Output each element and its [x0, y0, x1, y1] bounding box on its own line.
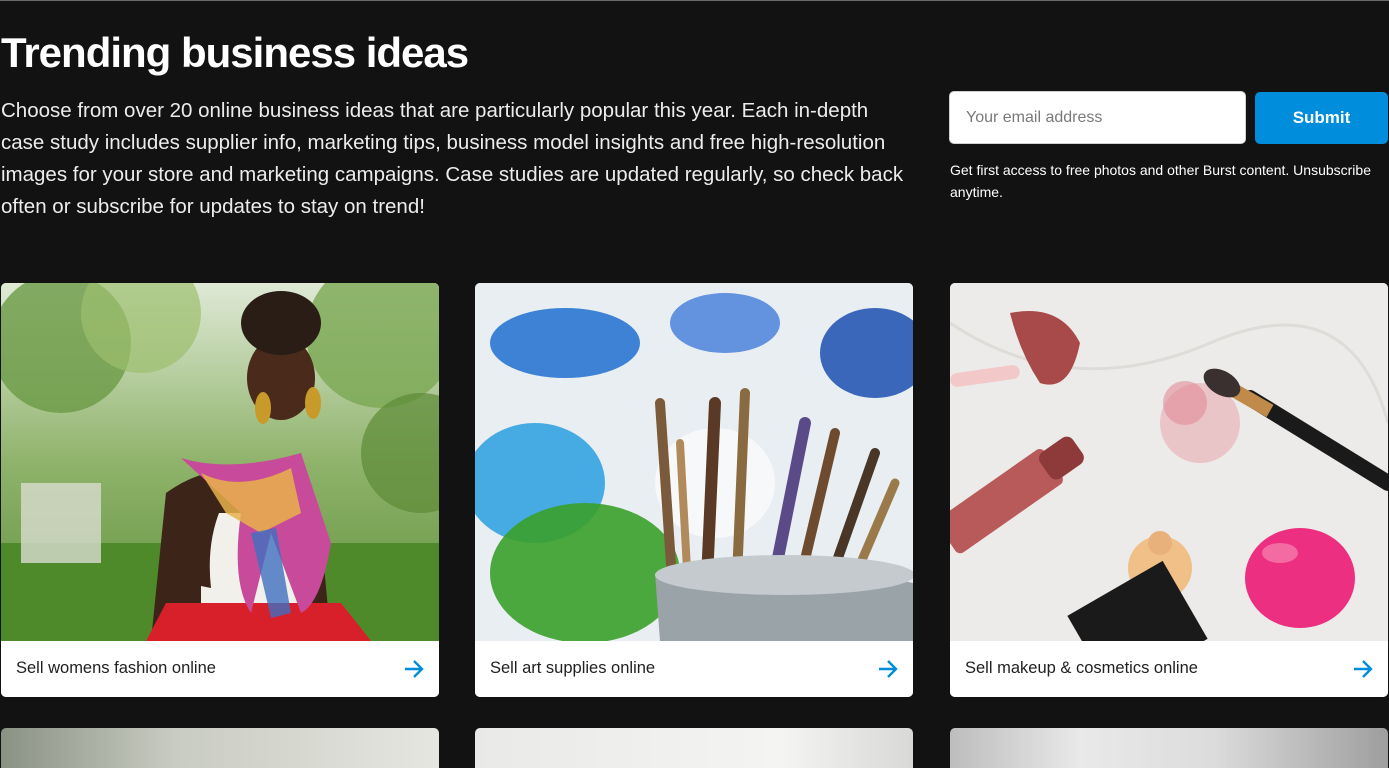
- page-title: Trending business ideas: [1, 29, 469, 76]
- card-next-row-1[interactable]: [1, 728, 439, 768]
- card-makeup-cosmetics[interactable]: Sell makeup & cosmetics online: [950, 283, 1388, 697]
- art-supplies-image: [475, 283, 913, 641]
- womens-fashion-image: [1, 283, 439, 641]
- card-footer: Sell womens fashion online: [1, 641, 439, 697]
- card-next-row-3[interactable]: [950, 728, 1388, 768]
- page-description: Choose from over 20 online business idea…: [1, 99, 904, 218]
- arrow-right-icon: [877, 658, 899, 685]
- arrow-right-icon: [403, 658, 425, 685]
- card-womens-fashion[interactable]: Sell womens fashion online: [1, 283, 439, 697]
- top-divider: [0, 0, 1389, 1]
- card-footer: Sell makeup & cosmetics online: [950, 641, 1388, 697]
- card-art-supplies[interactable]: Sell art supplies online: [475, 283, 913, 697]
- subscribe-note: Get first access to free photos and othe…: [950, 162, 1371, 200]
- arrow-right-icon: [1352, 658, 1374, 685]
- card-next-row-2[interactable]: [475, 728, 913, 768]
- card-label: Sell makeup & cosmetics online: [965, 659, 1198, 677]
- card-label: Sell womens fashion online: [16, 659, 216, 677]
- submit-button[interactable]: Submit: [1255, 92, 1388, 144]
- makeup-cosmetics-image: [950, 283, 1388, 641]
- card-label: Sell art supplies online: [490, 659, 656, 677]
- card-footer: Sell art supplies online: [475, 641, 913, 697]
- email-input[interactable]: [949, 91, 1246, 144]
